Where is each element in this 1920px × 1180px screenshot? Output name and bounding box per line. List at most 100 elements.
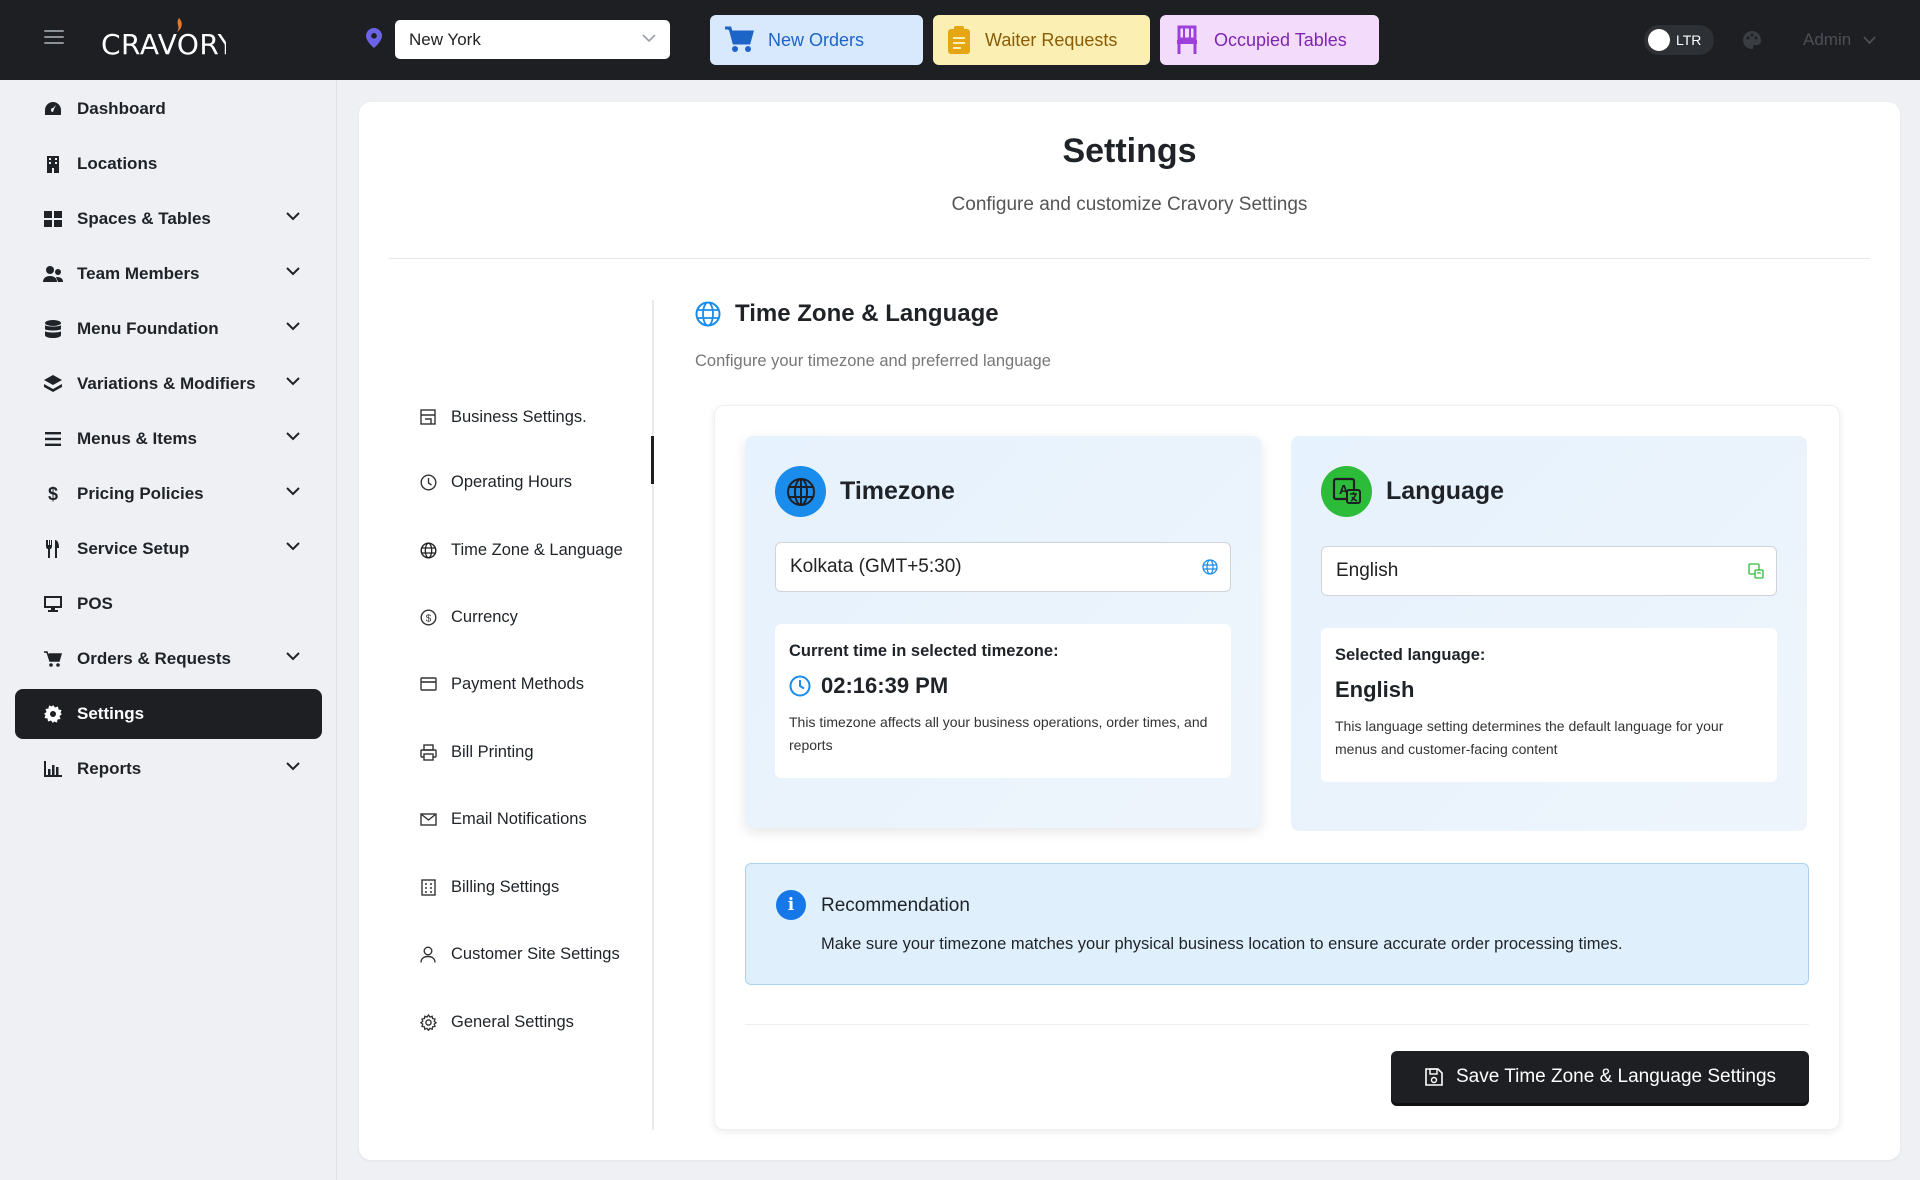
- sidebar-item-menus-items[interactable]: Menus & Items: [15, 414, 322, 464]
- location-value: New York: [409, 29, 481, 49]
- language-select[interactable]: English: [1321, 546, 1777, 596]
- tab-general-settings[interactable]: General Settings: [419, 1007, 655, 1037]
- database-icon: [43, 320, 63, 338]
- sidebar-item-pricing-policies[interactable]: $ Pricing Policies: [15, 469, 322, 519]
- brand-logo[interactable]: CRAVORY: [100, 14, 227, 64]
- tab-bill-printing[interactable]: Bill Printing: [419, 737, 655, 767]
- recommendation-alert: i Recommendation Make sure your timezone…: [745, 863, 1809, 985]
- sidebar-item-pos[interactable]: POS: [15, 579, 322, 629]
- clock-icon: [419, 473, 437, 491]
- palette-icon[interactable]: [1742, 30, 1762, 50]
- divider: [389, 258, 1870, 259]
- recommendation-title: Recommendation: [821, 895, 970, 916]
- sidebar-item-label: Menus & Items: [77, 429, 197, 448]
- language-title: Language: [1386, 477, 1505, 505]
- timezone-value: Kolkata (GMT+5:30): [790, 556, 962, 577]
- save-icon: [1425, 1068, 1443, 1086]
- cart-icon: [725, 26, 754, 52]
- chevron-down-icon: [286, 322, 300, 331]
- language-panel: A Language English Selected language: En…: [1291, 436, 1807, 831]
- tab-payment-methods[interactable]: Payment Methods: [419, 669, 655, 699]
- utensils-icon: [43, 540, 63, 558]
- section-header: Time Zone & Language: [695, 300, 999, 328]
- language-value: English: [1336, 560, 1399, 581]
- sidebar-item-team-members[interactable]: Team Members: [15, 249, 322, 299]
- store-icon: [419, 409, 437, 425]
- sidebar-item-settings[interactable]: Settings: [15, 689, 322, 739]
- direction-label: LTR: [1676, 32, 1702, 48]
- occupied-tables-button[interactable]: Occupied Tables: [1160, 15, 1379, 65]
- tab-operating-hours[interactable]: Operating Hours: [419, 467, 655, 497]
- language-note: This language setting determines the def…: [1335, 718, 1724, 757]
- sidebar-item-spaces-tables[interactable]: Spaces & Tables: [15, 194, 322, 244]
- section-title: Time Zone & Language: [735, 300, 999, 327]
- tab-currency[interactable]: $ Currency: [419, 602, 655, 632]
- sidebar-item-label: Service Setup: [77, 539, 190, 558]
- dashboard-icon: [43, 101, 63, 117]
- sidebar-item-orders-requests[interactable]: Orders & Requests: [15, 634, 322, 684]
- sidebar-item-label: Team Members: [77, 264, 200, 283]
- chair-icon: [1177, 25, 1197, 54]
- tab-billing-settings[interactable]: Billing Settings: [419, 872, 655, 902]
- tab-label: Payment Methods: [451, 674, 584, 693]
- page-title: Settings: [1062, 132, 1197, 170]
- waiter-requests-button[interactable]: Waiter Requests: [933, 15, 1150, 65]
- user-icon: [419, 946, 437, 963]
- cart-icon: [43, 651, 63, 667]
- tab-business-settings[interactable]: Business Settings.: [419, 402, 655, 432]
- sidebar-item-reports[interactable]: Reports: [15, 744, 322, 794]
- current-time-label: Current time in selected timezone:: [789, 642, 1059, 660]
- list-icon: [43, 432, 63, 446]
- gear-icon: [43, 705, 63, 723]
- sidebar-item-label: Pricing Policies: [77, 484, 204, 503]
- tab-label: Billing Settings: [451, 877, 560, 896]
- printer-icon: [419, 743, 437, 761]
- active-tab-indicator: [651, 436, 654, 484]
- calculator-icon: [419, 878, 437, 896]
- svg-text:CRAVORY: CRAVORY: [101, 28, 226, 61]
- cog-icon: [419, 1013, 437, 1031]
- new-orders-button[interactable]: New Orders: [710, 15, 923, 65]
- chevron-down-icon: [286, 267, 300, 276]
- location-select[interactable]: New York: [395, 20, 670, 59]
- user-menu[interactable]: Admin: [1803, 30, 1876, 50]
- sidebar-item-locations[interactable]: Locations: [15, 139, 322, 189]
- tab-label: Customer Site Settings: [451, 944, 620, 963]
- menu-icon[interactable]: [44, 30, 64, 44]
- sidebar-item-label: Spaces & Tables: [77, 209, 211, 228]
- user-name: Admin: [1803, 30, 1852, 49]
- info-icon: i: [776, 890, 806, 920]
- tab-label: Currency: [451, 607, 518, 626]
- tab-time-zone-language[interactable]: Time Zone & Language: [419, 535, 655, 565]
- waiter-requests-label: Waiter Requests: [985, 29, 1118, 50]
- chevron-down-icon: [642, 34, 656, 43]
- sidebar-item-variations-modifiers[interactable]: Variations & Modifiers: [15, 359, 322, 409]
- page-subtitle: Configure and customize Cravory Settings: [951, 194, 1308, 215]
- credit-card-icon: [419, 677, 437, 691]
- direction-toggle[interactable]: LTR: [1644, 25, 1714, 55]
- timezone-note: This timezone affects all your business …: [789, 714, 1208, 753]
- sidebar-item-service-setup[interactable]: Service Setup: [15, 524, 322, 574]
- recommendation-text: Make sure your timezone matches your phy…: [821, 935, 1623, 953]
- chart-icon: [43, 761, 63, 777]
- chevron-down-icon: [1863, 35, 1876, 44]
- sidebar-item-label: Locations: [77, 154, 158, 173]
- timezone-select[interactable]: Kolkata (GMT+5:30): [775, 542, 1231, 592]
- building-icon: [43, 155, 63, 173]
- tab-label: General Settings: [451, 1012, 574, 1031]
- save-button[interactable]: Save Time Zone & Language Settings: [1391, 1051, 1809, 1103]
- tab-email-notifications[interactable]: Email Notifications: [419, 804, 655, 834]
- selected-language-value: English: [1335, 677, 1415, 702]
- chevron-down-icon: [286, 212, 300, 221]
- tab-customer-site-settings[interactable]: Customer Site Settings: [419, 939, 655, 969]
- sidebar-item-label: POS: [77, 594, 113, 613]
- sidebar-item-menu-foundation[interactable]: Menu Foundation: [15, 304, 322, 354]
- new-orders-label: New Orders: [768, 29, 865, 50]
- translate-icon: [1748, 563, 1764, 579]
- sidebar-item-dashboard[interactable]: Dashboard: [15, 84, 322, 134]
- toggle-knob: [1648, 29, 1670, 51]
- sidebar-item-label: Variations & Modifiers: [77, 374, 256, 393]
- cravory-logo: CRAVORY: [101, 18, 226, 61]
- clock-icon: [789, 675, 811, 697]
- save-button-label: Save Time Zone & Language Settings: [1455, 1066, 1777, 1087]
